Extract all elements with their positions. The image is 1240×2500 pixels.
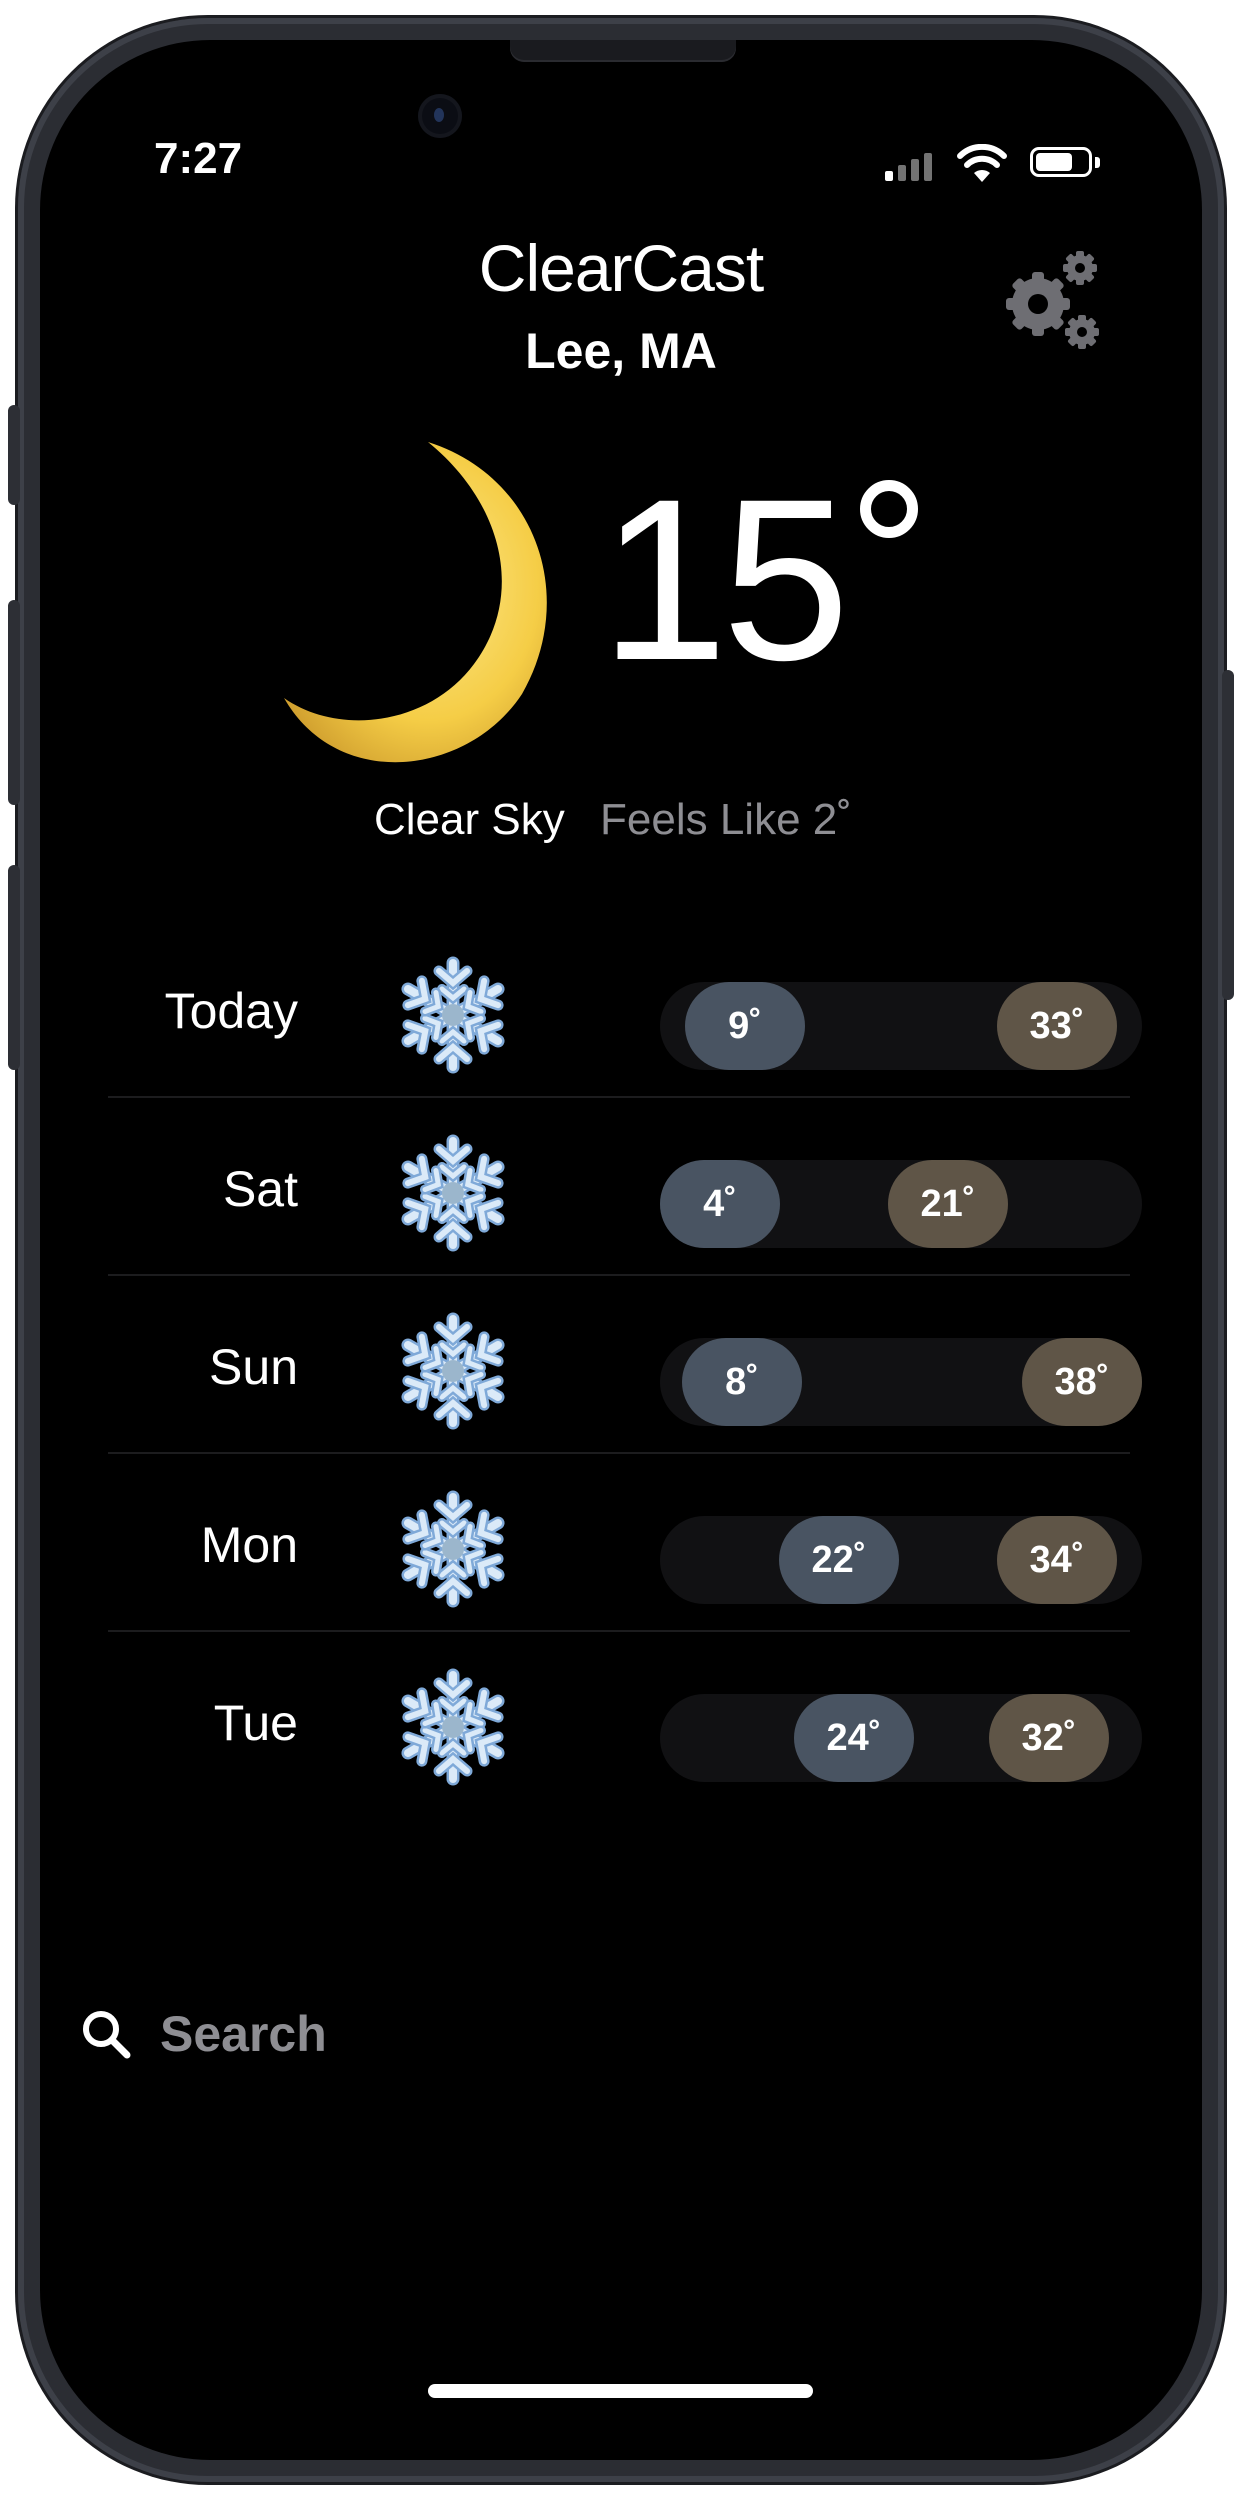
snowflake-icon (393, 955, 513, 1075)
cellular-signal-icon (885, 153, 932, 181)
forecast-row: Sat 4˚ 21˚ (108, 1098, 1142, 1276)
current-temperature: 15 (600, 451, 850, 708)
high-temp-pill: 38˚ (1022, 1338, 1142, 1426)
condition-text: Clear Sky (374, 795, 565, 844)
high-temp-pill: 21˚ (888, 1160, 1008, 1248)
battery-icon (1030, 147, 1092, 177)
low-temp-pill: 9˚ (685, 982, 805, 1070)
forecast-day: Tue (213, 1695, 298, 1751)
feels-like-text: Feels Like 2˚ (600, 795, 852, 844)
search-icon (83, 2011, 131, 2059)
low-temp-pill: 24˚ (794, 1694, 914, 1782)
high-temp-pill: 34˚ (997, 1516, 1117, 1604)
low-temp-pill: 4˚ (660, 1160, 780, 1248)
gears-icon[interactable] (1000, 246, 1110, 356)
temperature-range-bar: 9˚ 33˚ (660, 982, 1142, 1070)
front-camera (418, 94, 462, 138)
forecast-day: Mon (200, 1517, 298, 1573)
home-indicator[interactable] (428, 2384, 813, 2398)
forecast-row: Tue 24˚ 32˚ (108, 1632, 1142, 1808)
wifi-icon (957, 144, 1007, 182)
low-temp-pill: 22˚ (779, 1516, 899, 1604)
degree-symbol (860, 480, 918, 538)
status-time: 7:27 (154, 134, 243, 183)
snowflake-icon (393, 1667, 513, 1787)
mute-switch (8, 405, 20, 505)
search-label: Search (160, 2006, 327, 2062)
phone-screen: 7:27 ClearCast Lee, MA 15 Clear Sky Feel… (40, 40, 1202, 2460)
temperature-range-bar: 22˚ 34˚ (660, 1516, 1142, 1604)
low-temp-pill: 8˚ (682, 1338, 802, 1426)
search-button[interactable]: Search (80, 2005, 327, 2063)
forecast-day: Sat (222, 1161, 298, 1217)
forecast-row: Sun 8˚ 38˚ (108, 1276, 1142, 1454)
forecast-day: Sun (209, 1339, 298, 1395)
crescent-moon-icon (284, 442, 547, 763)
temperature-range-bar: 8˚ 38˚ (660, 1338, 1142, 1426)
battery-tip (1095, 157, 1100, 168)
volume-up-button (8, 600, 20, 805)
snowflake-icon (393, 1133, 513, 1253)
forecast-list: Today 9˚ 33˚ Sat 4˚ 21˚ Sun 8˚ 38˚ Mon 2… (108, 920, 1142, 1808)
high-temp-pill: 33˚ (997, 982, 1117, 1070)
forecast-row: Mon 22˚ 34˚ (108, 1454, 1142, 1632)
power-button (1222, 670, 1234, 1000)
temperature-range-bar: 4˚ 21˚ (660, 1160, 1142, 1248)
earpiece-speaker (510, 40, 736, 62)
forecast-day: Today (164, 983, 298, 1039)
high-temp-pill: 32˚ (989, 1694, 1109, 1782)
temperature-range-bar: 24˚ 32˚ (660, 1694, 1142, 1782)
volume-down-button (8, 865, 20, 1070)
snowflake-icon (393, 1489, 513, 1609)
snowflake-icon (393, 1311, 513, 1431)
forecast-row: Today 9˚ 33˚ (108, 920, 1142, 1098)
